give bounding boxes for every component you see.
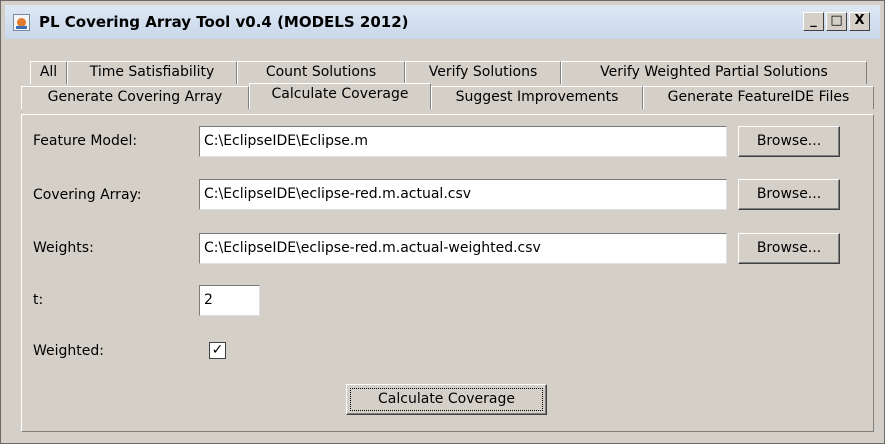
weighted-checkbox[interactable]: ✓ <box>209 342 226 359</box>
calculate-coverage-button[interactable]: Calculate Coverage <box>346 384 547 415</box>
tab-verify-solutions[interactable]: Verify Solutions <box>405 61 561 84</box>
t-label: t: <box>33 292 44 308</box>
feature-model-label: Feature Model: <box>33 133 138 149</box>
weights-field[interactable]: C:\EclipseIDE\eclipse-red.m.actual-weigh… <box>199 233 727 264</box>
title-bar: PL Covering Array Tool v0.4 (MODELS 2012… <box>5 5 880 39</box>
weights-browse-button[interactable]: Browse... <box>738 233 840 264</box>
tab-verify-weighted-partial-solutions[interactable]: Verify Weighted Partial Solutions <box>561 61 867 84</box>
close-button[interactable]: X <box>849 12 870 31</box>
tab-time-satisfiability[interactable]: Time Satisfiability <box>67 61 237 84</box>
tab-count-solutions[interactable]: Count Solutions <box>237 61 405 84</box>
weights-label: Weights: <box>33 240 94 256</box>
window-title: PL Covering Array Tool v0.4 (MODELS 2012… <box>39 13 409 31</box>
t-field[interactable]: 2 <box>199 285 260 316</box>
java-app-icon <box>13 14 30 31</box>
maximize-button[interactable]: □ <box>826 12 847 31</box>
minimize-button[interactable]: _ <box>803 12 824 31</box>
tab-generate-featureide-files[interactable]: Generate FeatureIDE Files <box>643 86 874 109</box>
app-window: PL Covering Array Tool v0.4 (MODELS 2012… <box>0 0 885 444</box>
tab-calculate-coverage[interactable]: Calculate Coverage <box>249 83 431 109</box>
tab-all[interactable]: All <box>30 61 67 84</box>
covering-array-field[interactable]: C:\EclipseIDE\eclipse-red.m.actual.csv <box>199 179 727 210</box>
feature-model-field[interactable]: C:\EclipseIDE\Eclipse.m <box>199 126 727 157</box>
feature-model-browse-button[interactable]: Browse... <box>738 126 840 157</box>
covering-array-label: Covering Array: <box>33 187 142 203</box>
focus-ring <box>350 388 543 411</box>
tab-suggest-improvements[interactable]: Suggest Improvements <box>431 86 643 109</box>
covering-array-browse-button[interactable]: Browse... <box>738 179 840 210</box>
weighted-label: Weighted: <box>33 343 104 359</box>
tab-generate-covering-array[interactable]: Generate Covering Array <box>21 86 249 109</box>
